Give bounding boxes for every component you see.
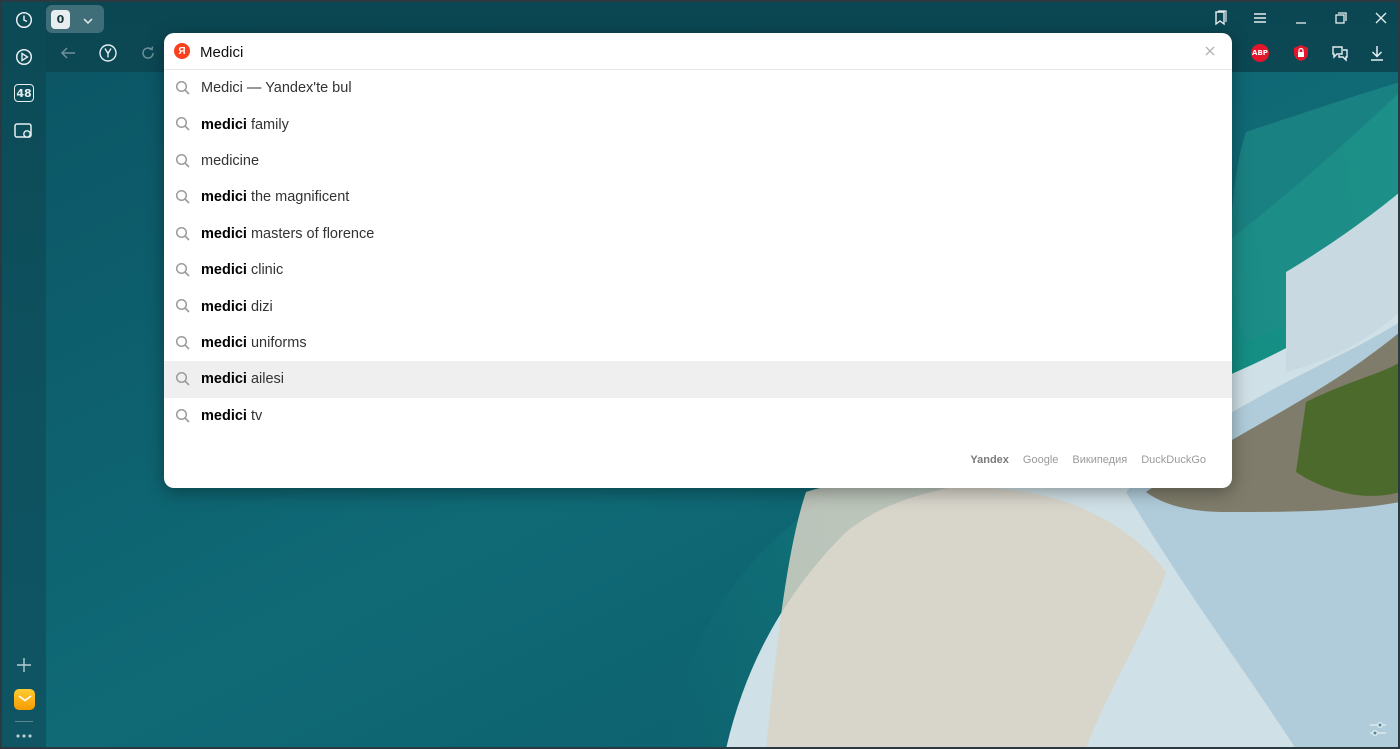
suggestion-match: medici bbox=[201, 371, 247, 388]
omnibox-input-row: Я bbox=[164, 33, 1232, 70]
suggestion-item[interactable]: medici the magnificent bbox=[164, 179, 1232, 215]
search-engine-switcher: Yandex Google Википедия DuckDuckGo bbox=[970, 454, 1206, 466]
suggestion-item[interactable]: medici family bbox=[164, 106, 1232, 142]
restore-icon[interactable] bbox=[1331, 8, 1351, 28]
hamburger-icon[interactable] bbox=[1250, 8, 1270, 28]
camera-icon[interactable] bbox=[12, 119, 36, 143]
suggestion-text: medici family bbox=[201, 117, 289, 133]
search-icon bbox=[175, 226, 191, 242]
suggestion-text: medici clinic bbox=[201, 262, 283, 278]
suggestion-text: medicine bbox=[201, 153, 259, 169]
suggestion-item[interactable]: medici tv bbox=[164, 398, 1232, 434]
back-arrow-icon[interactable] bbox=[58, 43, 78, 63]
sidebar: 48 bbox=[2, 2, 46, 747]
more-icon[interactable] bbox=[12, 724, 36, 747]
suggestion-match: medici bbox=[201, 334, 247, 351]
suggestion-text: medici uniforms bbox=[201, 335, 307, 351]
shield-lock-icon[interactable] bbox=[1291, 43, 1311, 63]
plus-icon[interactable] bbox=[12, 653, 36, 677]
adblock-extension[interactable]: ABP bbox=[1251, 44, 1269, 62]
search-icon bbox=[175, 298, 191, 314]
bookmarks-icon[interactable] bbox=[1210, 8, 1230, 28]
yandex-search-icon: Я bbox=[174, 43, 190, 59]
chevron-down-icon[interactable] bbox=[82, 12, 94, 31]
suggestion-text: medici ailesi bbox=[201, 371, 284, 387]
suggestion-rest: medicine bbox=[201, 152, 260, 169]
search-icon bbox=[175, 189, 191, 205]
suggestion-text: Medici — Yandex'te bul bbox=[201, 80, 352, 96]
minimize-icon[interactable] bbox=[1291, 8, 1311, 28]
clear-input-icon[interactable] bbox=[1202, 43, 1218, 59]
suggestion-rest: the magnificent bbox=[246, 189, 350, 206]
suggestion-match: medici bbox=[201, 298, 247, 315]
suggestion-rest: tv bbox=[246, 407, 263, 424]
suggestion-text: medici masters of florence bbox=[201, 226, 374, 242]
search-icon bbox=[175, 408, 191, 424]
suggestion-list: Medici — Yandex'te bul medici family medic… bbox=[164, 70, 1232, 434]
yandex-logo-icon[interactable] bbox=[98, 43, 118, 63]
suggestion-item[interactable]: Medici — Yandex'te bul bbox=[164, 70, 1232, 106]
engine-duckduckgo[interactable]: DuckDuckGo bbox=[1141, 454, 1206, 466]
suggestion-rest: uniforms bbox=[246, 334, 307, 351]
engine-википедия[interactable]: Википедия bbox=[1072, 454, 1127, 466]
suggestion-match: medici bbox=[201, 116, 247, 133]
suggestion-item[interactable]: medici clinic bbox=[164, 252, 1232, 288]
tabs-count-badge[interactable]: 48 bbox=[14, 84, 34, 102]
suggestion-match: medici bbox=[201, 262, 247, 279]
play-icon[interactable] bbox=[12, 45, 36, 69]
tab-group-button[interactable]: 0 bbox=[46, 5, 104, 33]
search-icon bbox=[175, 262, 191, 278]
suggestion-text: medici tv bbox=[201, 408, 262, 424]
suggestion-item[interactable]: medicine bbox=[164, 143, 1232, 179]
mail-icon[interactable] bbox=[14, 689, 35, 710]
engine-yandex[interactable]: Yandex bbox=[970, 454, 1009, 466]
suggestion-text: medici dizi bbox=[201, 299, 273, 315]
suggestion-rest: ailesi bbox=[246, 371, 285, 388]
download-icon[interactable] bbox=[1367, 43, 1387, 63]
suggestion-match: medici bbox=[201, 189, 247, 206]
sliders-icon[interactable] bbox=[1368, 719, 1388, 739]
address-bar-input[interactable] bbox=[200, 41, 1160, 63]
suggestion-match: medici bbox=[201, 225, 247, 242]
suggestion-rest: masters of florence bbox=[246, 225, 375, 242]
suggestion-item[interactable]: medici ailesi bbox=[164, 361, 1232, 398]
search-icon bbox=[175, 153, 191, 169]
reload-icon[interactable] bbox=[138, 43, 158, 63]
omnibox-dropdown: Я Medici — Yandex'te bulmedici familymed… bbox=[164, 33, 1232, 488]
search-icon bbox=[175, 371, 191, 387]
search-icon bbox=[175, 335, 191, 351]
suggestion-match: medici bbox=[201, 407, 247, 424]
suggestion-rest: dizi bbox=[246, 298, 273, 315]
suggestion-item[interactable]: medici masters of florence bbox=[164, 216, 1232, 252]
search-icon bbox=[175, 116, 191, 132]
search-icon bbox=[175, 80, 191, 96]
tab-count: 0 bbox=[51, 10, 70, 29]
suggestion-item[interactable]: medici uniforms bbox=[164, 325, 1232, 361]
history-icon[interactable] bbox=[12, 8, 36, 32]
sidebar-divider bbox=[15, 721, 33, 722]
suggestion-rest: clinic bbox=[246, 262, 284, 279]
suggestion-rest: Medici — Yandex'te bul bbox=[201, 80, 352, 97]
close-icon[interactable] bbox=[1371, 8, 1391, 28]
chat-icon[interactable] bbox=[1330, 43, 1350, 63]
suggestion-text: medici the magnificent bbox=[201, 189, 349, 205]
suggestion-item[interactable]: medici dizi bbox=[164, 288, 1232, 324]
suggestion-rest: family bbox=[246, 116, 289, 133]
engine-google[interactable]: Google bbox=[1023, 454, 1058, 466]
